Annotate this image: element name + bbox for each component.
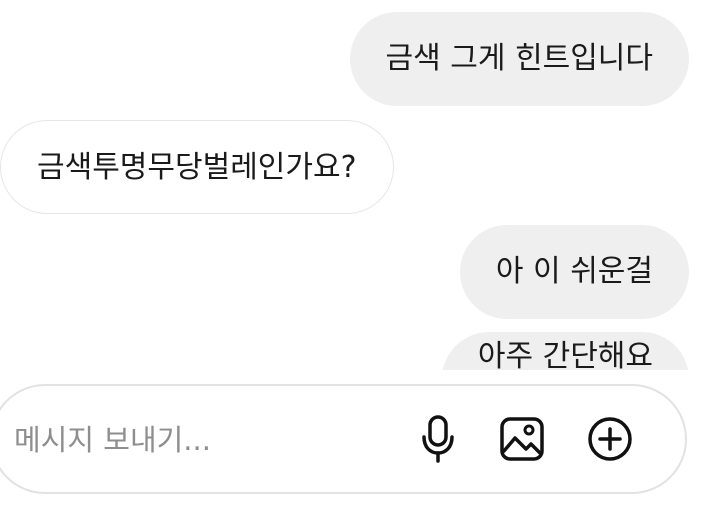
message-composer (0, 384, 687, 494)
sent-message-bubble[interactable]: 금색 그게 힌트입니다 (349, 12, 689, 106)
message-text: 아주 간단해요 (477, 339, 653, 370)
message-text: 금색 그게 힌트입니다 (385, 41, 653, 76)
image-button[interactable] (496, 413, 548, 465)
message-text: 금색투명무당벌레인가요? (37, 150, 357, 185)
microphone-icon (422, 415, 454, 463)
received-message-bubble[interactable]: 금색투명무당벌레인가요? (0, 120, 394, 214)
sent-message-bubble[interactable]: 아 이 쉬운걸 (459, 225, 689, 319)
add-circle-icon (588, 417, 632, 461)
microphone-button[interactable] (412, 413, 464, 465)
message-list[interactable]: 금색 그게 힌트입니다 금색투명무당벌레인가요? 아 이 쉬운걸 아주 간단해요 (0, 0, 707, 370)
sent-message-bubble[interactable]: 아주 간단해요 (441, 332, 689, 370)
image-icon (500, 417, 544, 461)
message-input[interactable] (12, 386, 376, 494)
chat-screen: 금색 그게 힌트입니다 금색투명무당벌레인가요? 아 이 쉬운걸 아주 간단해요 (0, 0, 707, 523)
message-text: 아 이 쉬운걸 (495, 254, 653, 289)
add-button[interactable] (584, 413, 636, 465)
